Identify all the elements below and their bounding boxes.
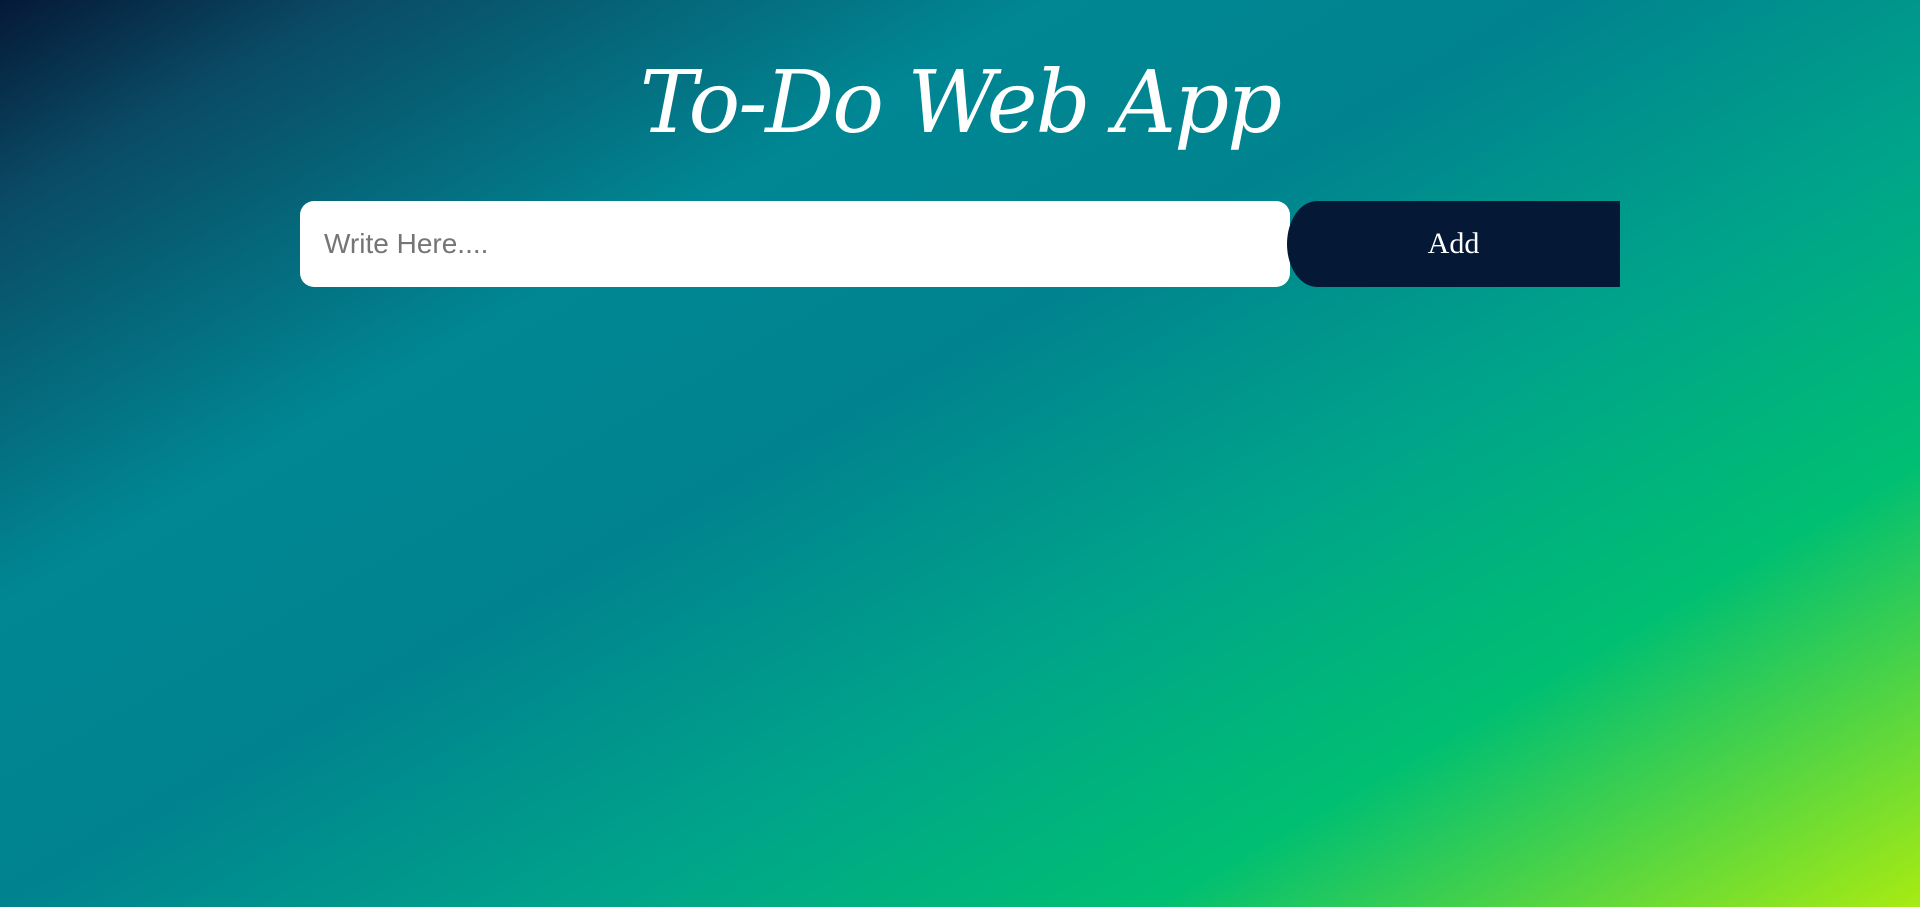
task-input[interactable] [300,201,1290,287]
todo-app: To-Do Web App Add [0,0,1920,907]
page-title: To-Do Web App [639,53,1282,153]
task-entry-row: Add [300,201,1620,287]
add-button[interactable]: Add [1287,201,1620,287]
